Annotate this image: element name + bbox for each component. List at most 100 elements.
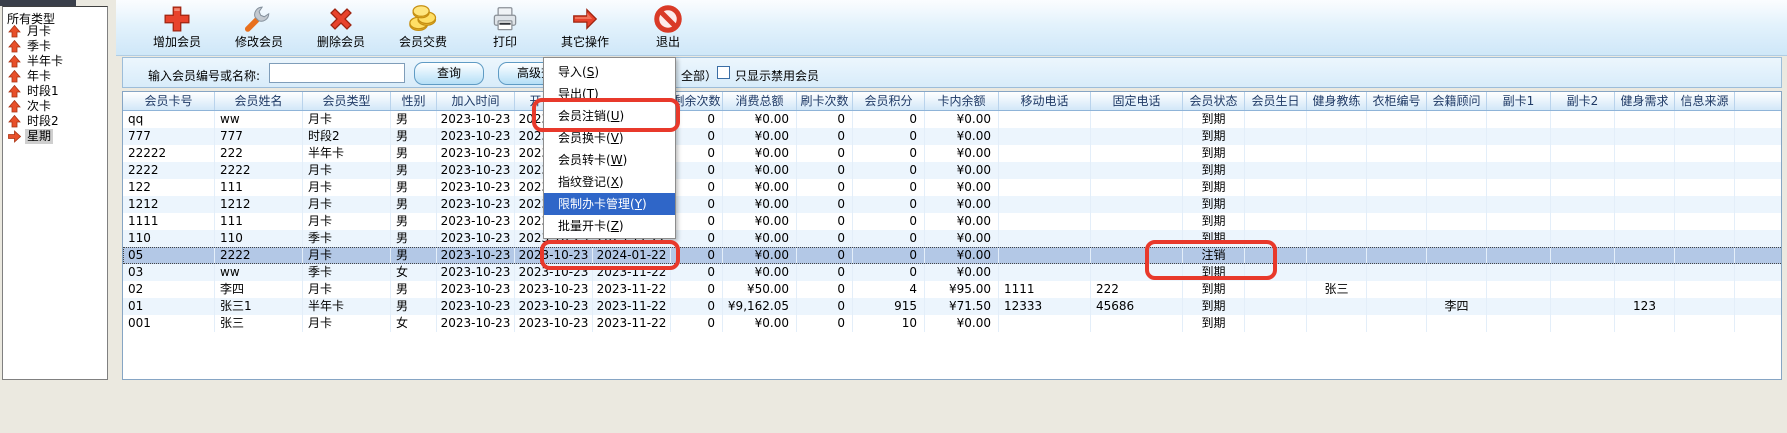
column-header-会员姓名[interactable]: 会员姓名	[215, 92, 303, 110]
table-row-1212[interactable]: 12121212月卡男2023-10-232023-10-232023-11-2…	[123, 196, 1782, 213]
column-header-加入时间[interactable]: 加入时间	[437, 92, 515, 110]
column-header-卡内余额[interactable]: 卡内余额	[925, 92, 999, 110]
column-header-衣柜编号[interactable]: 衣柜编号	[1367, 92, 1427, 110]
cell-剩余次数: 0	[671, 162, 723, 179]
column-header-剩余次数[interactable]: 剩余次数	[671, 92, 723, 110]
sidebar-item-时段2[interactable]: 时段2	[3, 114, 107, 129]
cell-信息来源	[1675, 111, 1735, 128]
show-disabled-members-checkbox[interactable]	[717, 66, 730, 79]
cell-健身需求: 123	[1615, 298, 1675, 315]
cell-衣柜编号	[1367, 196, 1427, 213]
toolbar-button-删除会员[interactable]: 删除会员	[302, 2, 380, 54]
cell-副卡1	[1487, 162, 1551, 179]
sidebar-item-月卡[interactable]: 月卡	[3, 24, 107, 39]
column-header-会员卡号[interactable]: 会员卡号	[123, 92, 215, 110]
table-row-122[interactable]: 122111月卡男2023-10-232023-10-232023-11-220…	[123, 179, 1782, 196]
column-header-健身教练[interactable]: 健身教练	[1307, 92, 1367, 110]
cell-开卡时间: 2023-10-23	[515, 264, 593, 281]
menu-item-指纹登记[interactable]: 指纹登记(X)	[544, 171, 675, 193]
cell-消费总额: ¥0.00	[723, 145, 797, 162]
cell-加入时间: 2023-10-23	[437, 162, 515, 179]
column-header-性别[interactable]: 性别	[391, 92, 437, 110]
query-button[interactable]: 查询	[414, 62, 484, 85]
column-header-副卡1[interactable]: 副卡1	[1487, 92, 1551, 110]
column-header-刷卡次数[interactable]: 刷卡次数	[797, 92, 853, 110]
table-row-001[interactable]: 001张三月卡女2023-10-232023-10-232023-11-220¥…	[123, 315, 1782, 332]
column-header-会籍顾问[interactable]: 会籍顾问	[1427, 92, 1487, 110]
sidebar-item-半年卡[interactable]: 半年卡	[3, 54, 107, 69]
column-header-副卡2[interactable]: 副卡2	[1551, 92, 1615, 110]
cell-衣柜编号	[1367, 315, 1427, 332]
up-arrow-icon	[8, 40, 22, 53]
menu-item-会员注销[interactable]: 会员注销(U)	[544, 105, 675, 127]
table-row-777[interactable]: 777777时段2男2023-10-232023-10-232023-11-22…	[123, 128, 1782, 145]
sidebar-item-时段1[interactable]: 时段1	[3, 84, 107, 99]
cell-固定电话	[1091, 111, 1183, 128]
sidebar-item-次卡[interactable]: 次卡	[3, 99, 107, 114]
sidebar-item-label: 时段1	[25, 84, 61, 99]
table-row-110[interactable]: 110110季卡男2023-10-232023-10-232023-11-220…	[123, 230, 1782, 247]
toolbar-button-会员交费[interactable]: 会员交费	[384, 2, 462, 54]
menu-item-批量开卡[interactable]: 批量开卡(Z)	[544, 215, 675, 237]
column-header-会员类型[interactable]: 会员类型	[303, 92, 391, 110]
cell-剩余次数: 0	[671, 315, 723, 332]
cell-消费总额: ¥0.00	[723, 230, 797, 247]
table-row-02[interactable]: 02李四月卡男2023-10-232023-10-232023-11-220¥5…	[123, 281, 1782, 298]
cell-会员状态: 到期	[1183, 315, 1245, 332]
column-header-信息来源[interactable]: 信息来源	[1675, 92, 1735, 110]
menu-item-导出[interactable]: 导出(T)	[544, 83, 675, 105]
cell-开卡时间: 2023-10-23	[515, 281, 593, 298]
column-header-消费总额[interactable]: 消费总额	[723, 92, 797, 110]
more-actions-icon	[570, 4, 600, 34]
toolbar-button-打印[interactable]: 打印	[466, 2, 544, 54]
table-row-05[interactable]: 052222月卡男2023-10-232023-10-232024-01-220…	[123, 247, 1782, 264]
cell-移动电话: 1111	[999, 281, 1091, 298]
search-input[interactable]	[269, 63, 405, 83]
cell-副卡1	[1487, 111, 1551, 128]
cell-性别: 男	[391, 179, 437, 196]
column-header-健身需求[interactable]: 健身需求	[1615, 92, 1675, 110]
menu-item-限制办卡管理[interactable]: 限制办卡管理(Y)	[544, 193, 675, 215]
table-row-01[interactable]: 01张三1半年卡男2023-10-232023-10-232023-11-220…	[123, 298, 1782, 315]
cell-会员积分: 0	[853, 111, 925, 128]
column-header-会员生日[interactable]: 会员生日	[1245, 92, 1307, 110]
cell-性别: 男	[391, 111, 437, 128]
table-row-qq[interactable]: qqww月卡男2023-10-232023-10-232023-11-220¥0…	[123, 111, 1782, 128]
cell-会员生日	[1245, 264, 1307, 281]
menu-item-会员换卡[interactable]: 会员换卡(V)	[544, 127, 675, 149]
cell-信息来源	[1675, 230, 1735, 247]
cell-固定电话	[1091, 179, 1183, 196]
menu-item-导入[interactable]: 导入(S)	[544, 61, 675, 83]
sidebar-item-年卡[interactable]: 年卡	[3, 69, 107, 84]
column-header-会员积分[interactable]: 会员积分	[853, 92, 925, 110]
cell-到期时间: 2023-11-22	[593, 281, 671, 298]
table-row-03[interactable]: 03ww季卡女2023-10-232023-10-232023-11-220¥0…	[123, 264, 1782, 281]
cell-会员积分: 0	[853, 247, 925, 264]
sidebar-tree-root[interactable]: 所有类型	[3, 7, 107, 24]
cell-消费总额: ¥0.00	[723, 315, 797, 332]
cell-固定电话	[1091, 128, 1183, 145]
cell-剩余次数: 0	[671, 264, 723, 281]
column-header-固定电话[interactable]: 固定电话	[1091, 92, 1183, 110]
table-row-2222[interactable]: 22222222月卡男2023-10-232023-10-232023-11-2…	[123, 162, 1782, 179]
toolbar-button-修改会员[interactable]: 修改会员	[220, 2, 298, 54]
cell-到期时间: 2023-11-22	[593, 315, 671, 332]
menu-item-会员转卡[interactable]: 会员转卡(W)	[544, 149, 675, 171]
cell-剩余次数: 0	[671, 179, 723, 196]
table-row-22222[interactable]: 22222222半年卡男2023-10-232023-10-232023-11-…	[123, 145, 1782, 162]
cell-副卡2	[1551, 281, 1615, 298]
sidebar-item-季卡[interactable]: 季卡	[3, 39, 107, 54]
toolbar-button-其它操作[interactable]: 其它操作	[546, 2, 624, 54]
column-header-会员状态[interactable]: 会员状态	[1183, 92, 1245, 110]
sidebar-item-星期[interactable]: 星期	[3, 129, 107, 144]
column-header-移动电话[interactable]: 移动电话	[999, 92, 1091, 110]
toolbar-button-退出[interactable]: 退出	[629, 2, 707, 54]
cell-副卡2	[1551, 247, 1615, 264]
cell-剩余次数: 0	[671, 213, 723, 230]
toolbar-button-增加会员[interactable]: 增加会员	[138, 2, 216, 54]
cell-会员姓名: 110	[215, 230, 303, 247]
cell-会员积分: 4	[853, 281, 925, 298]
cell-移动电话	[999, 128, 1091, 145]
table-row-1111[interactable]: 1111111月卡男2023-10-232023-10-232023-11-22…	[123, 213, 1782, 230]
cell-会员类型: 半年卡	[303, 298, 391, 315]
